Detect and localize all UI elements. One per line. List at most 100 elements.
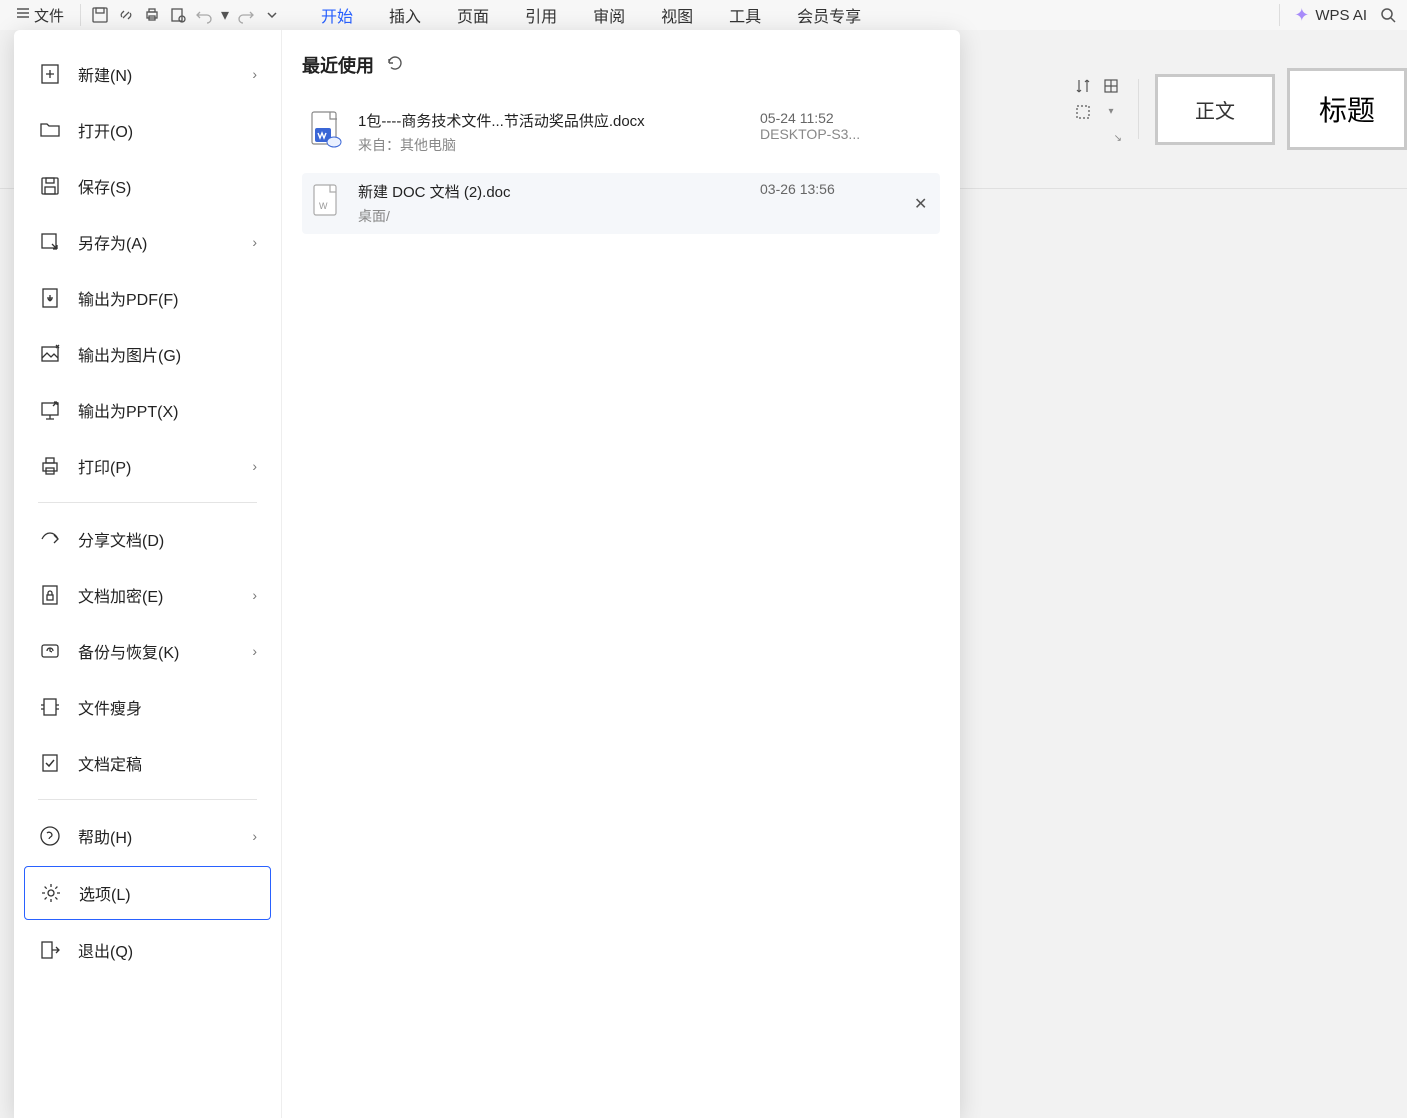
wps-ai-icon: ✦	[1294, 5, 1309, 26]
recent-files-area: 最近使用 1包----商务技术文件...节活动奖品供应.docx 来自：其他电脑…	[282, 30, 960, 1118]
redo-icon[interactable]	[235, 4, 257, 26]
expand-marker-icon[interactable]: ↘	[1114, 133, 1122, 144]
style-strip: ▾ ↘ 正文 标题	[1052, 68, 1407, 150]
tab-member[interactable]: 会员专享	[793, 3, 865, 27]
wps-ai-label: WPS AI	[1315, 7, 1367, 24]
menu-item-save[interactable]: 保存(S)	[24, 160, 271, 212]
right-tools: ✦ WPS AI	[1275, 4, 1399, 26]
menu-item-export-pdf[interactable]: 输出为PDF(F)	[24, 272, 271, 324]
grid-icon[interactable]	[1100, 75, 1122, 97]
menu-item-open[interactable]: 打开(O)	[24, 104, 271, 156]
recent-file-item[interactable]: W 新建 DOC 文档 (2).doc 桌面/ 03-26 13:56 ✕	[302, 173, 940, 234]
doc-icon: W	[308, 181, 344, 221]
chevron-right-icon: ›	[252, 828, 257, 844]
menu-item-encrypt[interactable]: 文档加密(E) ›	[24, 569, 271, 621]
refresh-icon[interactable]	[386, 54, 404, 77]
file-device: DESKTOP-S3...	[760, 126, 900, 142]
recent-file-item[interactable]: 1包----商务技术文件...节活动奖品供应.docx 来自：其他电脑 05-2…	[302, 102, 940, 163]
more-dropdown-icon[interactable]	[261, 4, 283, 26]
menu-item-label: 文档加密(E)	[78, 583, 163, 607]
chevron-right-icon: ›	[252, 458, 257, 474]
menu-item-export-image[interactable]: 输出为图片(G)	[24, 328, 271, 380]
recent-header: 最近使用	[302, 52, 940, 78]
file-sub: 来自：其他电脑	[358, 135, 746, 155]
menu-divider	[38, 799, 257, 800]
chevron-right-icon: ›	[252, 66, 257, 82]
menu-item-label: 打印(P)	[78, 454, 131, 478]
new-icon	[38, 62, 62, 86]
svg-text:W: W	[319, 201, 328, 211]
backup-icon	[38, 639, 62, 663]
chevron-right-icon: ›	[252, 643, 257, 659]
preview-icon[interactable]	[167, 4, 189, 26]
docx-cloud-icon	[308, 110, 344, 150]
menu-item-share[interactable]: 分享文档(D)	[24, 513, 271, 565]
menu-item-slim[interactable]: 文件瘦身	[24, 681, 271, 733]
print-icon[interactable]	[141, 4, 163, 26]
file-menu-button[interactable]: 文件	[8, 3, 72, 28]
tab-start[interactable]: 开始	[317, 3, 357, 27]
menu-item-label: 另存为(A)	[78, 230, 147, 254]
menu-item-save-as[interactable]: 另存为(A) ›	[24, 216, 271, 268]
export-ppt-icon	[38, 398, 62, 422]
tab-reference[interactable]: 引用	[521, 3, 561, 27]
file-meta: 03-26 13:56	[760, 181, 900, 197]
share-icon	[38, 527, 62, 551]
save-icon	[38, 174, 62, 198]
file-time: 05-24 11:52	[760, 110, 900, 126]
undo-dropdown-icon[interactable]: ▾	[219, 4, 231, 26]
menu-item-help[interactable]: 帮助(H) ›	[24, 810, 271, 862]
file-slim-icon	[38, 695, 62, 719]
sort-icon[interactable]	[1072, 75, 1094, 97]
menu-item-print[interactable]: 打印(P) ›	[24, 440, 271, 492]
exit-icon	[38, 938, 62, 962]
tab-tools[interactable]: 工具	[725, 3, 765, 27]
style-normal-box[interactable]: 正文	[1155, 74, 1275, 145]
menu-item-exit[interactable]: 退出(Q)	[24, 924, 271, 976]
file-label: 文件	[34, 5, 64, 26]
tab-view[interactable]: 视图	[657, 3, 697, 27]
file-name: 新建 DOC 文档 (2).doc	[358, 181, 746, 202]
menu-item-export-ppt[interactable]: 输出为PPT(X)	[24, 384, 271, 436]
close-icon[interactable]: ✕	[914, 194, 934, 214]
export-image-icon	[38, 342, 62, 366]
undo-icon[interactable]	[193, 4, 215, 26]
border-icon[interactable]	[1072, 101, 1094, 123]
ribbon-tabs: 开始 插入 页面 引用 审阅 视图 工具 会员专享	[317, 3, 865, 27]
recent-heading: 最近使用	[302, 52, 374, 78]
menu-item-label: 保存(S)	[78, 174, 131, 198]
menu-item-label: 文档定稿	[78, 751, 142, 775]
options-icon	[39, 881, 63, 905]
save-icon[interactable]	[89, 4, 111, 26]
menu-item-options[interactable]: 选项(L)	[24, 866, 271, 920]
menu-item-label: 打开(O)	[78, 118, 133, 142]
recent-file-list: 1包----商务技术文件...节活动奖品供应.docx 来自：其他电脑 05-2…	[302, 102, 940, 234]
menu-item-new[interactable]: 新建(N) ›	[24, 48, 271, 100]
separator	[1138, 79, 1139, 139]
menu-item-label: 分享文档(D)	[78, 527, 164, 551]
menu-item-label: 帮助(H)	[78, 824, 132, 848]
search-icon[interactable]	[1377, 4, 1399, 26]
file-name: 1包----商务技术文件...节活动奖品供应.docx	[358, 110, 746, 131]
style-heading-box[interactable]: 标题	[1287, 68, 1407, 150]
wps-ai-button[interactable]: ✦ WPS AI	[1294, 5, 1367, 26]
file-info: 1包----商务技术文件...节活动奖品供应.docx 来自：其他电脑	[358, 110, 746, 155]
menu-item-finalize[interactable]: 文档定稿	[24, 737, 271, 789]
tab-page[interactable]: 页面	[453, 3, 493, 27]
tab-review[interactable]: 审阅	[589, 3, 629, 27]
file-meta: 05-24 11:52 DESKTOP-S3...	[760, 110, 900, 142]
menu-item-backup[interactable]: 备份与恢复(K) ›	[24, 625, 271, 677]
finalize-icon	[38, 751, 62, 775]
file-info: 新建 DOC 文档 (2).doc 桌面/	[358, 181, 746, 226]
menu-divider	[38, 502, 257, 503]
dropdown-icon[interactable]: ▾	[1100, 101, 1122, 123]
encrypt-icon	[38, 583, 62, 607]
file-sub: 桌面/	[358, 206, 746, 226]
menu-item-label: 输出为PDF(F)	[78, 286, 178, 310]
link-icon[interactable]	[115, 4, 137, 26]
separator	[1279, 4, 1280, 26]
toolbar-toggles: ▾ ↘	[1072, 75, 1122, 144]
top-toolbar: 文件 ▾ 开始 插入 页面 引用 审阅 视图 工具 会员专享 ✦ WPS AI	[0, 0, 1407, 30]
chevron-right-icon: ›	[252, 234, 257, 250]
tab-insert[interactable]: 插入	[385, 3, 425, 27]
